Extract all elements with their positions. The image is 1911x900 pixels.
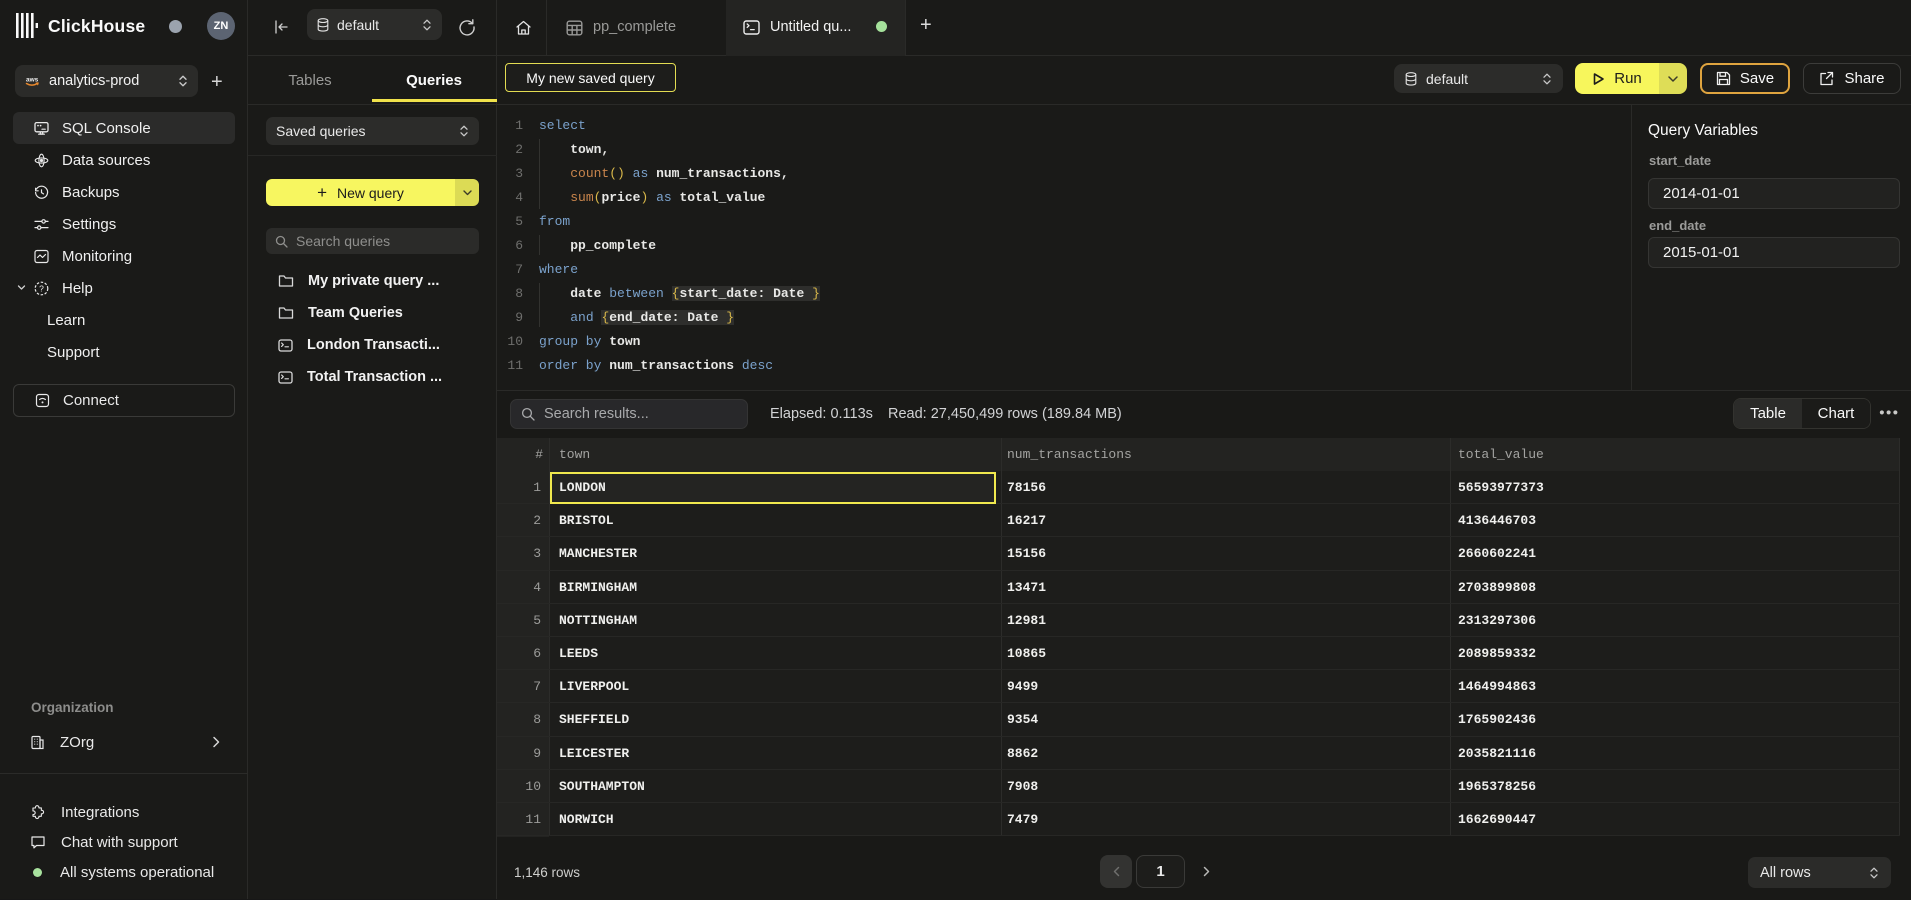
svg-text:?: ? xyxy=(39,283,44,293)
svg-text:aws: aws xyxy=(26,77,39,84)
